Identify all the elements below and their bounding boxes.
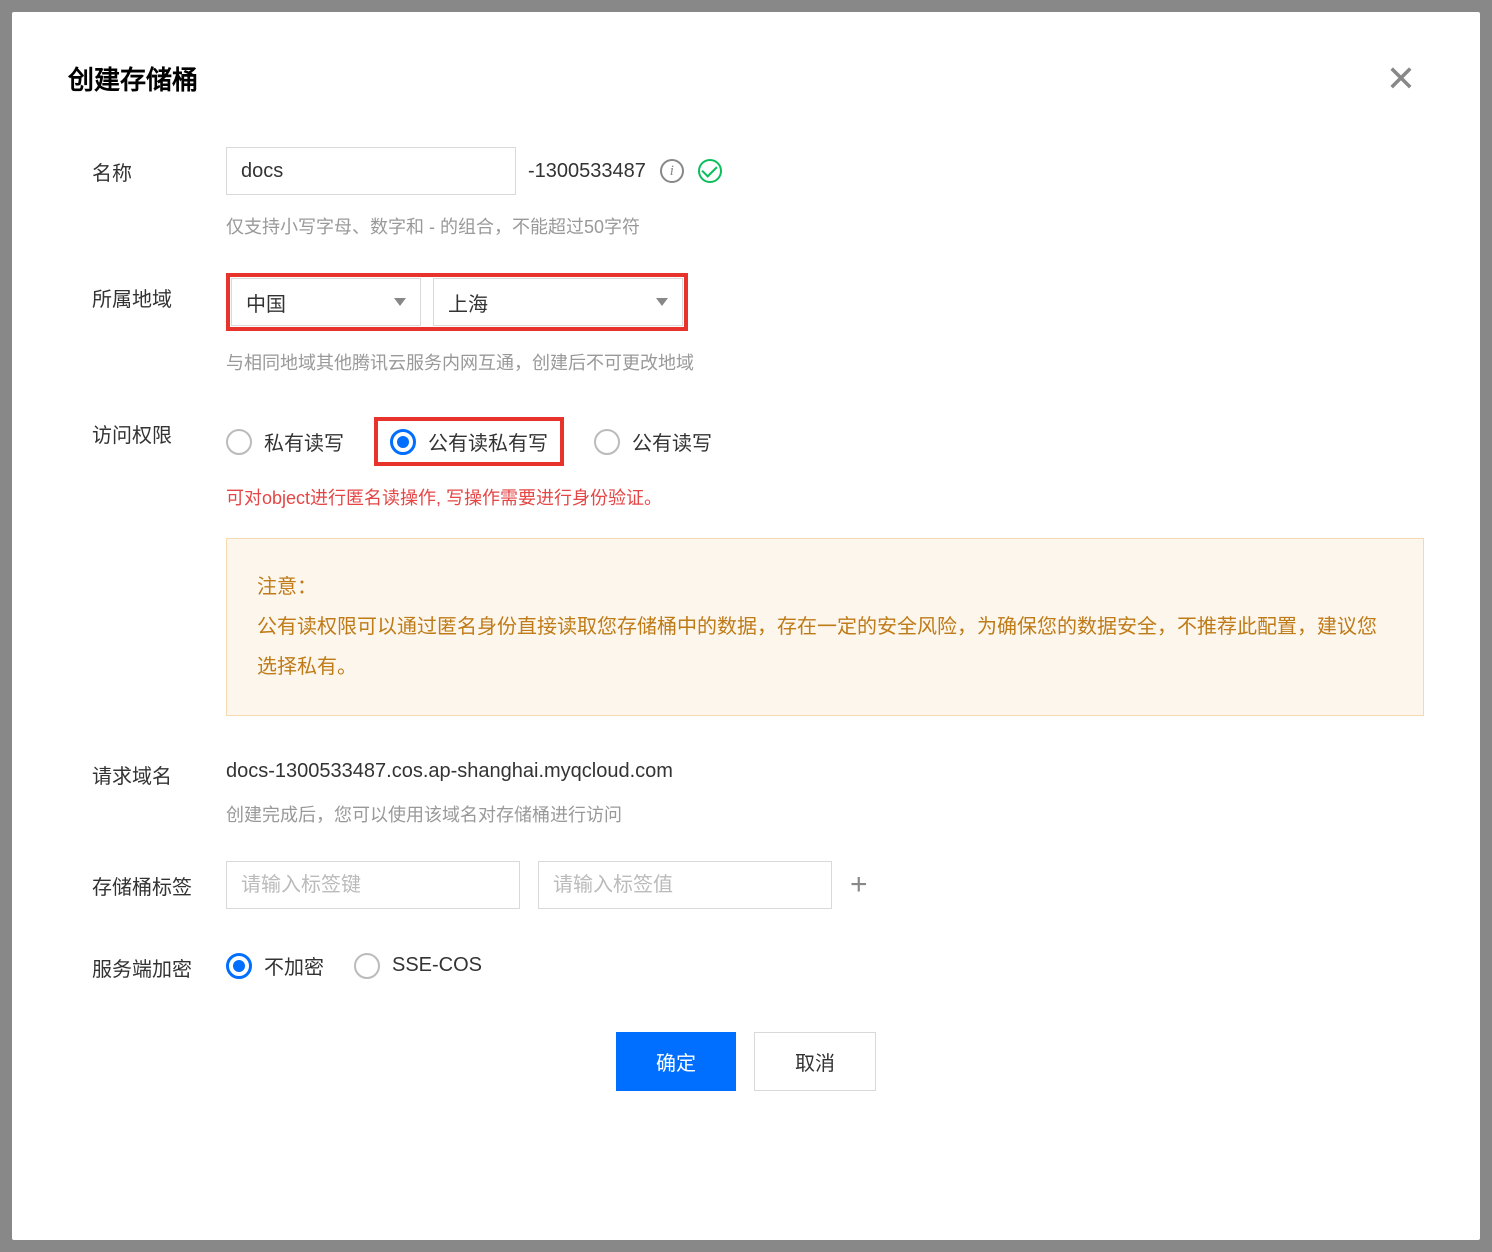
- radio-sse-cos[interactable]: SSE-COS: [354, 953, 482, 979]
- radio-icon-selected: [390, 429, 416, 455]
- modal-header: 创建存储桶 ✕: [68, 60, 1424, 97]
- label-tags: 存储桶标签: [92, 861, 226, 900]
- row-encryption: 服务端加密 不加密 SSE-COS: [68, 943, 1424, 982]
- notice-title: 注意：: [257, 567, 1393, 607]
- add-tag-button[interactable]: +: [850, 870, 868, 900]
- region-highlight-box: 中国 上海: [226, 273, 688, 331]
- row-domain: 请求域名 docs-1300533487.cos.ap-shanghai.myq…: [68, 750, 1424, 827]
- modal-title: 创建存储桶: [68, 60, 198, 97]
- radio-label-none: 不加密: [264, 951, 324, 980]
- close-icon: ✕: [1386, 58, 1416, 99]
- label-region: 所属地域: [92, 273, 226, 312]
- bucket-name-suffix: -1300533487: [528, 160, 646, 183]
- row-access: 访问权限 私有读写 公有读私有写 公有读写 可对object进行: [68, 409, 1424, 716]
- footer: 确定 取消: [68, 1032, 1424, 1091]
- confirm-button[interactable]: 确定: [616, 1032, 736, 1091]
- tag-value-input[interactable]: [538, 861, 832, 909]
- radio-no-encryption[interactable]: 不加密: [226, 951, 324, 980]
- city-value: 上海: [448, 288, 488, 317]
- radio-icon: [594, 429, 620, 455]
- city-select[interactable]: 上海: [433, 278, 683, 326]
- name-help-text: 仅支持小写字母、数字和 - 的组合，不能超过50字符: [226, 213, 1424, 239]
- bucket-name-input[interactable]: [226, 147, 516, 195]
- access-highlight-box: 公有读私有写: [374, 417, 564, 466]
- radio-label-private: 私有读写: [264, 427, 344, 456]
- cancel-button[interactable]: 取消: [754, 1032, 876, 1091]
- chevron-down-icon: [394, 298, 406, 306]
- access-warning: 可对object进行匿名读操作, 写操作需要进行身份验证。: [226, 484, 1424, 510]
- radio-label-sse: SSE-COS: [392, 954, 482, 977]
- label-encryption: 服务端加密: [92, 943, 226, 982]
- domain-value: docs-1300533487.cos.ap-shanghai.myqcloud…: [226, 750, 1424, 783]
- radio-private[interactable]: 私有读写: [226, 427, 344, 456]
- row-name: 名称 -1300533487 i 仅支持小写字母、数字和 - 的组合，不能超过5…: [68, 147, 1424, 239]
- region-help-text: 与相同地域其他腾讯云服务内网互通，创建后不可更改地域: [226, 349, 1424, 375]
- radio-label-public-rw: 公有读写: [632, 427, 712, 456]
- country-value: 中国: [246, 288, 286, 317]
- row-tags: 存储桶标签 +: [68, 861, 1424, 909]
- radio-label-public-read: 公有读私有写: [428, 427, 548, 456]
- radio-icon-selected: [226, 953, 252, 979]
- access-notice-box: 注意： 公有读权限可以通过匿名身份直接读取您存储桶中的数据，存在一定的安全风险，…: [226, 538, 1424, 716]
- notice-body: 公有读权限可以通过匿名身份直接读取您存储桶中的数据，存在一定的安全风险，为确保您…: [257, 607, 1393, 687]
- radio-public-rw[interactable]: 公有读写: [594, 427, 712, 456]
- row-region: 所属地域 中国 上海 与相同地域其他腾讯云服务内网互通，创建后不可更改地域: [68, 273, 1424, 375]
- chevron-down-icon: [656, 298, 668, 306]
- radio-icon: [354, 953, 380, 979]
- radio-public-read[interactable]: 公有读私有写: [390, 427, 548, 456]
- info-icon[interactable]: i: [660, 159, 684, 183]
- close-button[interactable]: ✕: [1378, 61, 1424, 97]
- radio-icon: [226, 429, 252, 455]
- check-success-icon: [698, 159, 722, 183]
- domain-help-text: 创建完成后，您可以使用该域名对存储桶进行访问: [226, 801, 1424, 827]
- label-access: 访问权限: [92, 409, 226, 448]
- label-domain: 请求域名: [92, 750, 226, 789]
- create-bucket-modal: 创建存储桶 ✕ 名称 -1300533487 i 仅支持小写字母、数字和 - 的…: [12, 12, 1480, 1240]
- country-select[interactable]: 中国: [231, 278, 421, 326]
- tag-key-input[interactable]: [226, 861, 520, 909]
- label-name: 名称: [92, 147, 226, 186]
